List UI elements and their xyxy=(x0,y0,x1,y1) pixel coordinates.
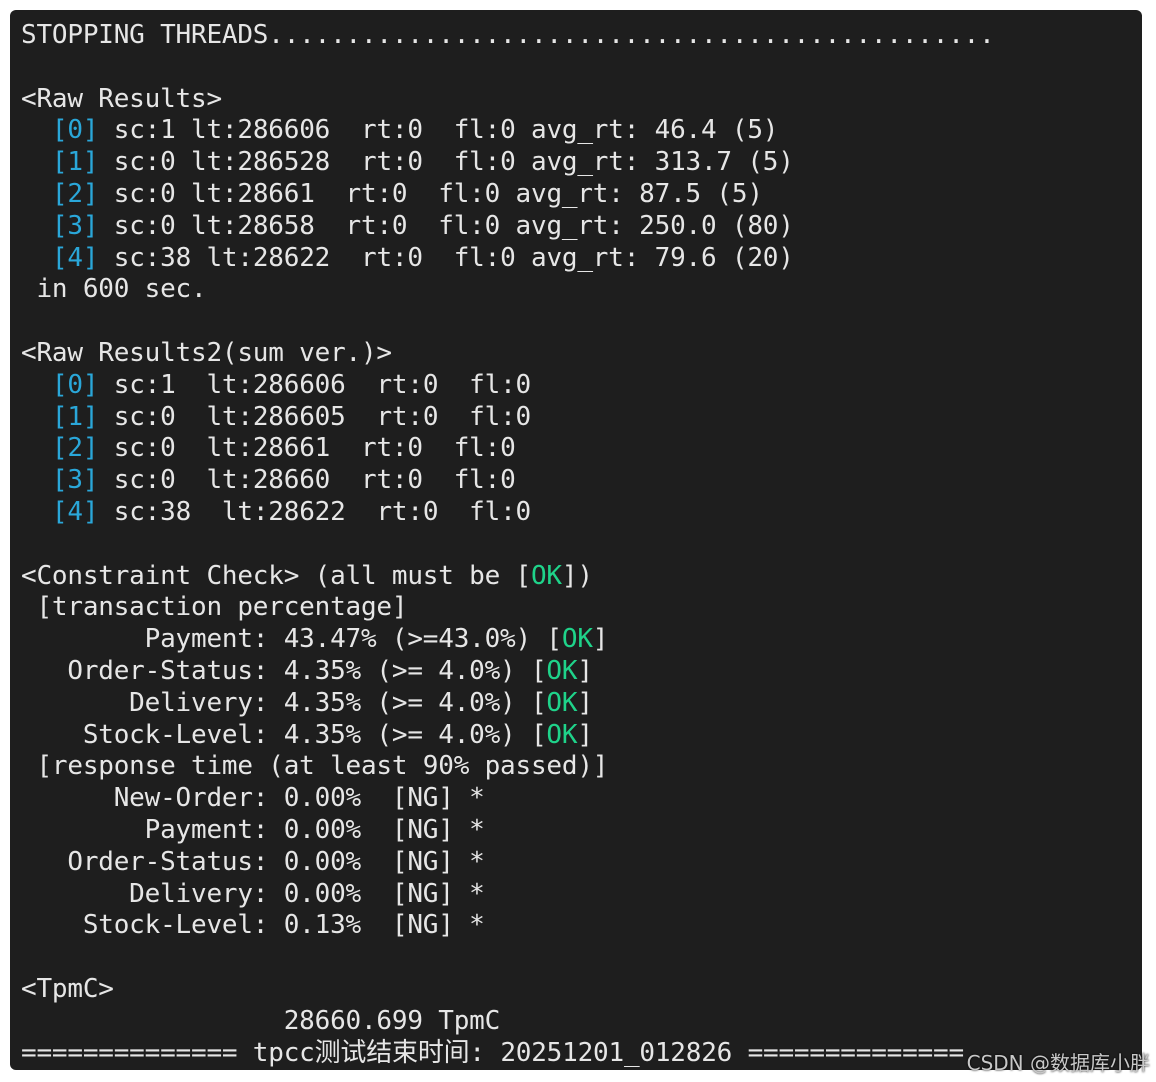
terminal-line: [response time (at least 90% passed)] xyxy=(21,751,609,782)
terminal-line: 28660.699 TpmC xyxy=(21,1005,501,1036)
terminal-line: [0] sc:1 lt:286606 rt:0 fl:0 avg_rt: 46.… xyxy=(51,115,779,146)
terminal-line: Payment: 0.00% [NG] * xyxy=(21,814,485,845)
terminal-line: [1] sc:0 lt:286528 rt:0 fl:0 avg_rt: 313… xyxy=(51,147,794,178)
terminal-line: Delivery: 4.35% (>= 4.0%) [OK] xyxy=(21,687,593,718)
terminal-line: [transaction percentage] xyxy=(21,592,408,623)
terminal-line: ============== tpcc测试结束时间: 20251201_0128… xyxy=(21,1037,964,1068)
terminal-line: Delivery: 0.00% [NG] * xyxy=(21,878,485,909)
terminal-line: <Raw Results> xyxy=(21,83,222,114)
terminal-line: [4] sc:38 lt:28622 rt:0 fl:0 avg_rt: 79.… xyxy=(51,242,794,273)
terminal-line: Payment: 43.47% (>=43.0%) [OK] xyxy=(21,624,609,655)
terminal-line: Stock-Level: 0.13% [NG] * xyxy=(21,910,485,941)
terminal-line: Stock-Level: 4.35% (>= 4.0%) [OK] xyxy=(21,719,593,750)
terminal-line: <TpmC> xyxy=(21,973,114,1004)
terminal-line: STOPPING THREADS........................… xyxy=(21,20,995,50)
terminal-line: [4] sc:38 lt:28622 rt:0 fl:0 xyxy=(51,496,531,527)
terminal-line: [2] sc:0 lt:28661 rt:0 fl:0 xyxy=(51,433,516,464)
terminal-line: New-Order: 0.00% [NG] * xyxy=(21,783,485,814)
terminal-line: Order-Status: 4.35% (>= 4.0%) [OK] xyxy=(21,655,593,686)
terminal-window[interactable]: STOPPING THREADS........................… xyxy=(10,10,1142,1070)
terminal-output: STOPPING THREADS........................… xyxy=(21,20,995,1069)
terminal-line: [0] sc:1 lt:286606 rt:0 fl:0 xyxy=(51,369,531,400)
terminal-line: [2] sc:0 lt:28661 rt:0 fl:0 avg_rt: 87.5… xyxy=(51,178,763,209)
terminal-line: [3] sc:0 lt:28660 rt:0 fl:0 xyxy=(51,465,516,496)
terminal-line: Order-Status: 0.00% [NG] * xyxy=(21,846,485,877)
watermark: CSDN @数据库小胖 xyxy=(966,1051,1150,1075)
terminal-line: <Raw Results2(sum ver.)> xyxy=(21,337,392,368)
terminal-line: <Constraint Check> (all must be [OK]) xyxy=(21,560,593,591)
terminal-line: [1] sc:0 lt:286605 rt:0 fl:0 xyxy=(51,401,531,432)
terminal-line: in 600 sec. xyxy=(21,274,207,305)
terminal-line: [3] sc:0 lt:28658 rt:0 fl:0 avg_rt: 250.… xyxy=(51,210,794,241)
